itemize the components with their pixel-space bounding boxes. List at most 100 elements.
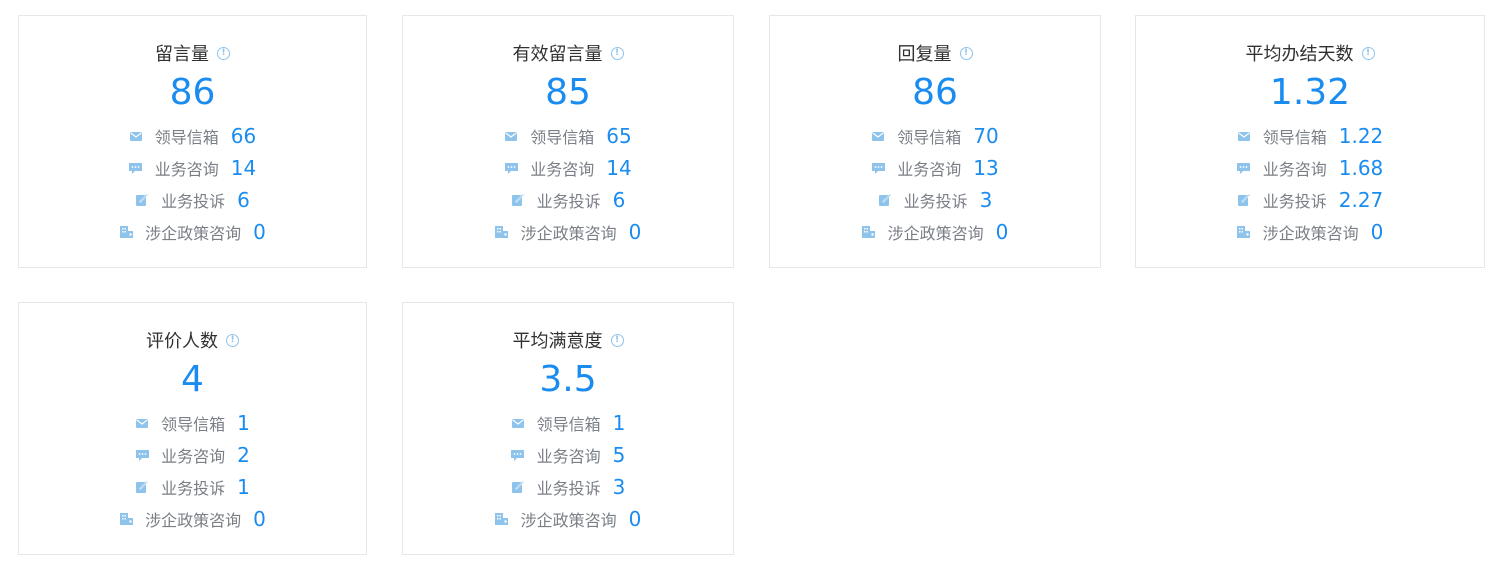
breakdown-label: 领导信箱 [536, 415, 601, 434]
breakdown-value: 0 [995, 220, 1009, 244]
stat-card-avg-completion-days: 平均办结天数 ! 1.32 领导信箱 1.22 业务咨询 1.68 业务投诉 2… [1135, 15, 1485, 268]
breakdown-label: 业务投诉 [903, 192, 968, 211]
breakdown-value: 65 [606, 124, 632, 148]
breakdown-value: 66 [230, 124, 257, 148]
breakdown-label: 业务投诉 [1262, 192, 1327, 211]
edit-icon [1237, 194, 1251, 206]
breakdown-row-enterprise-policy: 涉企政策咨询 0 [770, 216, 1100, 248]
breakdown-row-business-consult: 业务咨询 1.68 [1136, 152, 1484, 184]
breakdown-row-leader-mailbox: 领导信箱 65 [403, 120, 733, 152]
breakdown-row-business-complaint: 业务投诉 6 [19, 184, 366, 216]
breakdown-list: 领导信箱 1.22 业务咨询 1.68 业务投诉 2.27 涉企政策咨询 0 [1136, 120, 1484, 248]
mail-icon [871, 130, 885, 142]
edit-icon [511, 194, 525, 206]
breakdown-value: 1 [237, 411, 250, 435]
card-header: 评价人数 ! [19, 327, 366, 353]
breakdown-label: 领导信箱 [530, 128, 595, 147]
breakdown-label: 涉企政策咨询 [145, 224, 242, 243]
breakdown-value: 3 [979, 188, 993, 212]
card-title: 评价人数 [146, 331, 218, 352]
card-total-value: 85 [545, 72, 591, 113]
breakdown-list: 领导信箱 1 业务咨询 5 业务投诉 3 涉企政策咨询 0 [403, 407, 733, 535]
breakdown-label: 业务咨询 [1262, 160, 1327, 179]
stat-card-valid-message-count: 有效留言量 ! 85 领导信箱 65 业务咨询 14 业务投诉 6 涉企政策咨询… [402, 15, 734, 268]
breakdown-label: 领导信箱 [161, 415, 226, 434]
building-icon [119, 513, 133, 525]
edit-icon [135, 194, 149, 206]
stat-card-message-count: 留言量 ! 86 领导信箱 66 业务咨询 14 业务投诉 6 涉企政策咨询 0 [18, 15, 367, 268]
breakdown-row-enterprise-policy: 涉企政策咨询 0 [19, 503, 366, 535]
card-title: 平均满意度 [512, 331, 603, 352]
info-icon[interactable]: ! [610, 333, 624, 347]
breakdown-value: 3 [612, 475, 626, 499]
breakdown-label: 涉企政策咨询 [520, 224, 617, 243]
card-header: 留言量 ! [19, 40, 366, 66]
breakdown-value: 0 [628, 220, 642, 244]
breakdown-row-enterprise-policy: 涉企政策咨询 0 [1136, 216, 1484, 248]
card-header: 有效留言量 ! [403, 40, 733, 66]
building-icon [1237, 226, 1251, 238]
breakdown-row-business-consult: 业务咨询 13 [770, 152, 1100, 184]
edit-icon [135, 481, 149, 493]
breakdown-value: 1.68 [1338, 156, 1384, 180]
breakdown-value: 6 [237, 188, 250, 212]
breakdown-row-enterprise-policy: 涉企政策咨询 0 [19, 216, 366, 248]
breakdown-value: 70 [973, 124, 999, 148]
card-header: 平均办结天数 ! [1136, 40, 1484, 66]
mail-icon [135, 417, 149, 429]
card-total-value: 3.5 [539, 359, 597, 400]
breakdown-row-leader-mailbox: 领导信箱 1 [19, 407, 366, 439]
chat-icon [871, 162, 885, 174]
breakdown-list: 领导信箱 1 业务咨询 2 业务投诉 1 涉企政策咨询 0 [19, 407, 366, 535]
info-icon[interactable]: ! [217, 46, 230, 60]
breakdown-label: 业务咨询 [161, 447, 226, 466]
breakdown-row-business-consult: 业务咨询 5 [403, 439, 733, 471]
breakdown-label: 业务咨询 [897, 160, 962, 179]
breakdown-value: 6 [612, 188, 626, 212]
edit-icon [878, 194, 892, 206]
breakdown-label: 业务咨询 [536, 447, 601, 466]
card-header: 平均满意度 ! [403, 327, 733, 353]
card-title: 有效留言量 [512, 44, 603, 65]
breakdown-value: 0 [1370, 220, 1384, 244]
breakdown-row-enterprise-policy: 涉企政策咨询 0 [403, 216, 733, 248]
breakdown-label: 涉企政策咨询 [1262, 224, 1359, 243]
stat-card-rating-count: 评价人数 ! 4 领导信箱 1 业务咨询 2 业务投诉 1 涉企政策咨询 0 [18, 302, 367, 555]
breakdown-value: 0 [628, 507, 642, 531]
info-icon[interactable]: ! [1361, 46, 1375, 60]
breakdown-label: 领导信箱 [1262, 128, 1327, 147]
breakdown-label: 业务投诉 [536, 192, 601, 211]
breakdown-value: 1 [612, 411, 626, 435]
card-header: 回复量 ! [770, 40, 1100, 66]
breakdown-list: 领导信箱 65 业务咨询 14 业务投诉 6 涉企政策咨询 0 [403, 120, 733, 248]
info-icon[interactable]: ! [610, 46, 624, 60]
info-icon[interactable]: ! [959, 46, 973, 60]
breakdown-list: 领导信箱 70 业务咨询 13 业务投诉 3 涉企政策咨询 0 [770, 120, 1100, 248]
breakdown-value: 1 [237, 475, 250, 499]
breakdown-value: 1.22 [1338, 124, 1384, 148]
mail-icon [1237, 130, 1251, 142]
breakdown-label: 涉企政策咨询 [145, 511, 242, 530]
card-title: 平均办结天数 [1245, 44, 1354, 65]
building-icon [495, 513, 509, 525]
breakdown-row-business-complaint: 业务投诉 3 [770, 184, 1100, 216]
chat-icon [135, 449, 149, 461]
breakdown-value: 2 [237, 443, 250, 467]
breakdown-label: 领导信箱 [154, 128, 219, 147]
card-title: 回复量 [897, 44, 952, 65]
breakdown-label: 涉企政策咨询 [520, 511, 617, 530]
breakdown-row-business-consult: 业务咨询 14 [19, 152, 366, 184]
breakdown-row-business-complaint: 业务投诉 1 [19, 471, 366, 503]
edit-icon [511, 481, 525, 493]
breakdown-value: 13 [973, 156, 999, 180]
breakdown-label: 业务投诉 [536, 479, 601, 498]
building-icon [862, 226, 876, 238]
info-icon[interactable]: ! [226, 333, 239, 347]
breakdown-label: 业务投诉 [161, 192, 226, 211]
breakdown-list: 领导信箱 66 业务咨询 14 业务投诉 6 涉企政策咨询 0 [19, 120, 366, 248]
mail-icon [504, 130, 518, 142]
building-icon [495, 226, 509, 238]
breakdown-row-business-complaint: 业务投诉 2.27 [1136, 184, 1484, 216]
stat-card-reply-count: 回复量 ! 86 领导信箱 70 业务咨询 13 业务投诉 3 涉企政策咨询 0 [769, 15, 1101, 268]
breakdown-label: 涉企政策咨询 [887, 224, 984, 243]
